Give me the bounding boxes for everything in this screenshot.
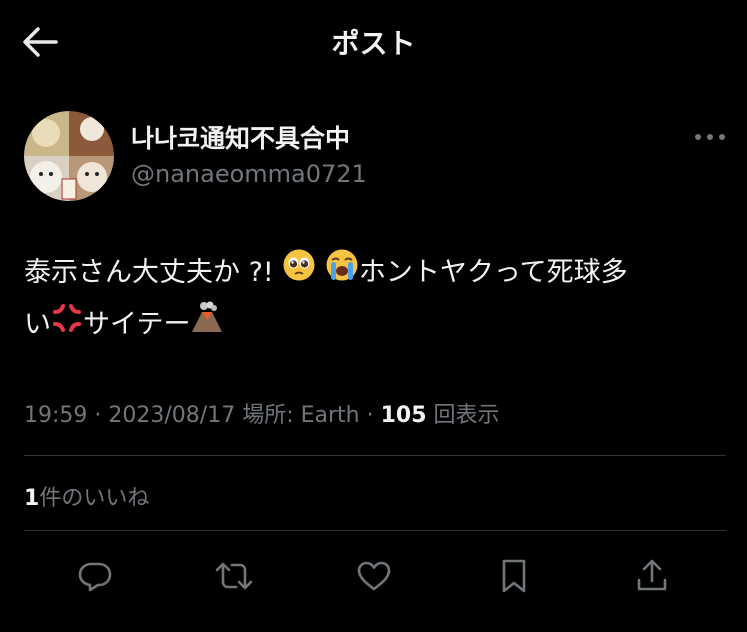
tweet-text-segment: サイテー: [83, 309, 191, 340]
share-button[interactable]: [632, 556, 672, 596]
like-button[interactable]: [354, 556, 394, 596]
author-name[interactable]: 나나코通知不具合中: [131, 119, 350, 155]
tweet-metadata: 19:59 · 2023/08/17 場所: Earth · 105 回表示: [24, 397, 500, 429]
page-title: ポスト: [331, 27, 416, 60]
author-handle[interactable]: @nanaeomma0721: [131, 160, 367, 188]
tweet-text-segment: い: [24, 309, 51, 340]
tweet-text: 泰示さん大丈夫か ?! ホントヤクって死球多 い サイテー: [24, 247, 729, 351]
likes-label: 件のいいね: [39, 486, 150, 511]
reply-icon: [78, 562, 112, 592]
divider: [24, 530, 726, 531]
heart-icon: [357, 561, 391, 591]
repost-button[interactable]: [214, 556, 254, 596]
avatar-collage-image: [24, 111, 114, 201]
tweet-text-segment: 泰示さん大丈夫か ?!: [24, 257, 283, 288]
tweet-text-segment: ホントヤクって死球多: [358, 257, 628, 288]
tweet-date: 2023/08/17: [108, 403, 236, 428]
bookmark-icon: [502, 559, 526, 593]
more-options-button[interactable]: [690, 124, 730, 150]
avatar[interactable]: [24, 111, 114, 201]
share-icon: [637, 559, 667, 591]
view-count[interactable]: 105: [381, 403, 427, 428]
tweet-location: 場所: Earth: [235, 403, 360, 428]
meta-separator: ·: [359, 403, 381, 428]
tweet-line-2: い サイテー: [24, 299, 729, 351]
pleading-face-emoji: [282, 248, 316, 299]
bookmark-button[interactable]: [494, 556, 534, 596]
likes-count: 1: [24, 486, 40, 511]
view-label: 回表示: [426, 403, 500, 428]
anger-symbol-emoji: [51, 300, 83, 351]
volcano-emoji: [190, 300, 224, 351]
meta-separator: ·: [87, 403, 109, 428]
reply-button[interactable]: [75, 556, 115, 596]
loudly-crying-face-emoji: [325, 248, 359, 299]
tweet-line-1: 泰示さん大丈夫か ?! ホントヤクって死球多: [24, 247, 729, 299]
divider: [24, 455, 726, 456]
more-dots-icon: [695, 134, 725, 140]
repost-icon: [215, 562, 253, 590]
likes-summary[interactable]: 1件のいいね: [24, 480, 149, 512]
header-bar: ポスト: [0, 0, 747, 86]
tweet-time: 19:59: [24, 403, 88, 428]
